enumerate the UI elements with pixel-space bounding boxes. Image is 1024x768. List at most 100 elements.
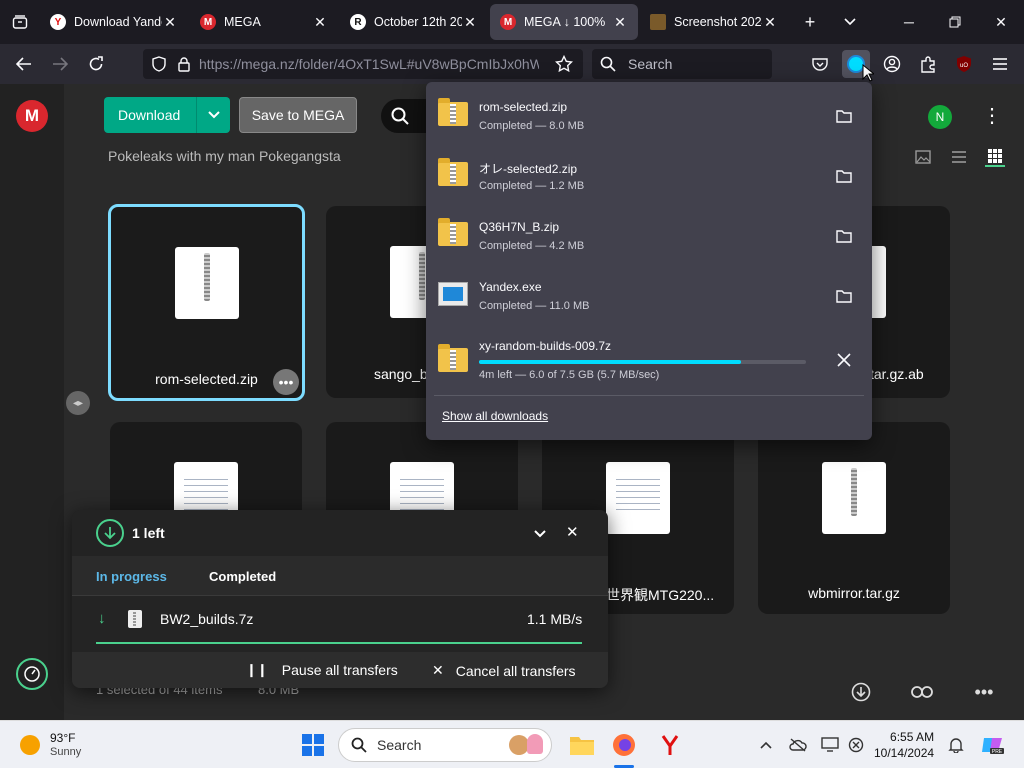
list-all-tabs-button[interactable] <box>830 4 870 40</box>
display-icon[interactable] <box>820 735 840 755</box>
restore-button[interactable] <box>932 0 978 44</box>
download-progress-bar <box>479 360 806 364</box>
transfer-footer: ❙❙ Pause all transfers ✕ Cancel all tran… <box>72 652 608 688</box>
taskbar-search[interactable]: Search <box>338 728 552 762</box>
ublock-origin-icon: uO <box>957 56 971 72</box>
list-view-icon[interactable] <box>949 147 969 167</box>
download-selected-icon[interactable] <box>849 680 873 704</box>
download-item[interactable]: Q36H7N_B.zip Completed — 4.2 MB <box>426 204 872 264</box>
app-menu-button[interactable] <box>986 50 1014 78</box>
chevron-down-icon <box>844 18 856 26</box>
close-transfers-button[interactable]: ✕ <box>566 523 579 541</box>
download-item[interactable]: rom-selected.zip Completed — 8.0 MB <box>426 84 872 144</box>
download-name: xy-random-builds-009.7z <box>479 339 612 353</box>
save-to-mega-button[interactable]: Save to MEGA <box>239 97 357 133</box>
tab-overview-button[interactable] <box>0 0 40 44</box>
tab-title: October 12th 2024 <box>374 15 462 29</box>
tab-in-progress[interactable]: In progress <box>96 569 167 584</box>
page-search-field[interactable] <box>381 99 431 133</box>
avatar[interactable]: N <box>928 105 952 129</box>
download-options-button[interactable] <box>196 97 230 133</box>
ublock-button[interactable]: uO <box>950 50 978 78</box>
account-icon <box>883 55 901 73</box>
close-tab-icon[interactable]: ✕ <box>762 14 778 31</box>
file-card[interactable]: rom-selected.zip ••• <box>108 204 305 401</box>
url-text[interactable]: https://mega.nz/folder/4OxT1SwL#uV8wBpCm… <box>199 56 539 72</box>
zip-folder-icon <box>438 158 468 186</box>
bookmark-star-icon[interactable] <box>555 55 573 73</box>
browser-tab[interactable]: R October 12th 2024✕ <box>340 4 488 40</box>
thumbnail-view-icon[interactable] <box>913 147 933 167</box>
shield-icon[interactable] <box>151 56 167 72</box>
pause-all-transfers-button[interactable]: ❙❙ Pause all transfers <box>246 662 398 678</box>
collapse-transfers-button[interactable] <box>534 526 546 541</box>
download-item[interactable]: オレ-selected2.zip Completed — 1.2 MB <box>426 144 872 204</box>
download-button[interactable]: Download <box>104 107 196 123</box>
file-card[interactable]: wbmirror.tar.gz <box>758 422 950 614</box>
system-clock[interactable]: 6:55 AM 10/14/2024 <box>874 729 934 761</box>
tab-completed[interactable]: Completed <box>209 569 276 584</box>
scroll-handle[interactable]: ◂▸ <box>66 391 90 415</box>
close-tab-icon[interactable]: ✕ <box>612 14 628 31</box>
share-link-icon[interactable] <box>910 680 934 704</box>
notifications-bell-icon[interactable] <box>946 735 966 755</box>
transfer-row[interactable]: ↓ BW2_builds.7z 1.1 MB/s <box>72 596 608 652</box>
extensions-button[interactable] <box>914 50 942 78</box>
new-tab-button[interactable]: + <box>790 4 830 40</box>
download-name: Yandex.exe <box>479 280 542 294</box>
browser-tab[interactable]: Y Download Yandex✕ <box>40 4 188 40</box>
more-actions-icon[interactable]: ••• <box>972 680 996 704</box>
pocket-icon <box>812 58 828 71</box>
download-item-active[interactable]: xy-random-builds-009.7z 4m left — 6.0 of… <box>426 330 872 390</box>
copilot-icon[interactable]: PRE <box>980 733 1004 757</box>
close-tab-icon[interactable]: ✕ <box>162 14 178 31</box>
file-name: wbmirror.tar.gz <box>808 585 900 601</box>
minimize-button[interactable]: ─ <box>886 0 932 44</box>
browser-tab[interactable]: M MEGA ✕ <box>190 4 338 40</box>
more-options-button[interactable]: ⋮ <box>982 105 1002 129</box>
weather-widget[interactable]: 93°F Sunny <box>20 731 81 759</box>
back-button[interactable] <box>6 48 42 80</box>
exe-file-icon <box>438 282 468 306</box>
firefox-icon[interactable] <box>610 731 638 759</box>
reload-button[interactable] <box>78 48 114 80</box>
close-tab-icon[interactable]: ✕ <box>312 14 328 31</box>
mega-logo-icon[interactable]: M <box>16 100 48 132</box>
transfer-manager-icon[interactable] <box>16 658 48 690</box>
browser-tab[interactable]: M MEGA ↓ 100% ✕ <box>490 4 638 40</box>
lock-icon[interactable] <box>177 56 191 72</box>
forward-button[interactable] <box>42 48 78 80</box>
show-in-folder-button[interactable] <box>830 284 858 308</box>
download-status: 4m left — 6.0 of 7.5 GB (5.7 MB/sec) <box>479 369 660 381</box>
show-in-folder-button[interactable] <box>830 224 858 248</box>
pocket-button[interactable] <box>806 50 834 78</box>
transfer-file-name: BW2_builds.7z <box>160 611 254 627</box>
account-button[interactable] <box>878 50 906 78</box>
svg-text:PRE: PRE <box>992 749 1003 755</box>
show-all-downloads-link[interactable]: Show all downloads <box>442 409 548 423</box>
show-in-folder-button[interactable] <box>830 164 858 188</box>
web-search-box[interactable]: Search <box>592 49 772 79</box>
tab-title: MEGA ↓ 100% <box>524 15 606 29</box>
download-status: Completed — 4.2 MB <box>479 240 585 252</box>
browser-tab[interactable]: Screenshot 2024 ✕ <box>640 4 788 40</box>
cancel-download-button[interactable] <box>830 348 858 372</box>
file-explorer-icon[interactable] <box>568 731 596 759</box>
url-bar[interactable]: https://mega.nz/folder/4OxT1SwL#uV8wBpCm… <box>143 49 583 79</box>
close-window-button[interactable]: ✕ <box>978 0 1024 44</box>
zip-folder-icon <box>438 218 468 246</box>
network-disconnected-icon[interactable] <box>846 735 866 755</box>
close-tab-icon[interactable]: ✕ <box>462 14 478 31</box>
grid-view-icon[interactable] <box>985 147 1005 167</box>
show-hidden-icons-button[interactable] <box>756 735 776 755</box>
download-split-button[interactable]: Download <box>104 97 230 133</box>
start-button[interactable] <box>302 734 324 756</box>
yandex-browser-icon[interactable] <box>656 731 684 759</box>
transfer-speed: 1.1 MB/s <box>527 611 583 627</box>
cancel-all-transfers-button[interactable]: ✕ Cancel all transfers <box>432 662 576 679</box>
show-in-folder-button[interactable] <box>830 104 858 128</box>
cupcake-icon <box>527 734 543 754</box>
file-more-button[interactable]: ••• <box>273 369 299 395</box>
download-item[interactable]: Yandex.exe Completed — 11.0 MB <box>426 264 872 324</box>
onedrive-offline-icon[interactable] <box>788 735 808 755</box>
